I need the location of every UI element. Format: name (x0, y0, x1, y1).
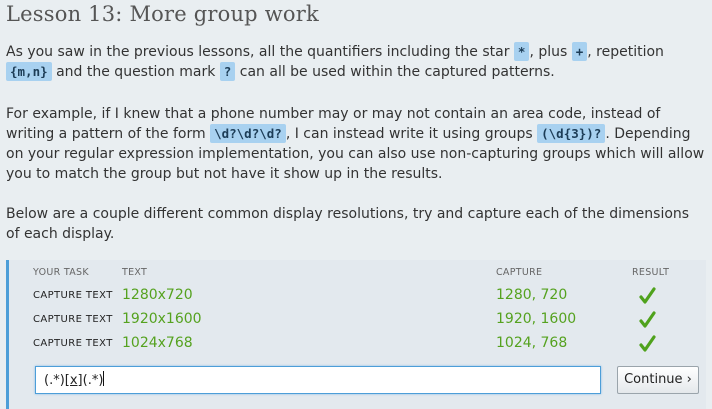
para-text: As you saw in the previous lessons, all … (6, 44, 514, 60)
task-label: CAPTURE TEXT (33, 338, 113, 349)
regex-input[interactable]: (.*)[x](.*) (35, 366, 601, 394)
regex-value: (.*) (82, 373, 104, 388)
task-capture: 1920, 1600 (496, 311, 577, 327)
checkmark-icon (639, 286, 657, 306)
code-question-mark: ? (219, 62, 236, 81)
lesson-title: Lesson 13: More group work (6, 2, 319, 26)
code-plus: + (571, 42, 588, 61)
task-capture: 1024, 768 (496, 335, 568, 351)
checkmark-icon (639, 334, 657, 354)
task-row: CAPTURE TEXT 1024x768 1024, 768 (9, 334, 706, 358)
task-capture: 1280, 720 (496, 287, 568, 303)
regex-value: [x] (64, 373, 83, 388)
continue-button[interactable]: Continue › (617, 366, 699, 394)
para-text: and the question mark (51, 64, 220, 80)
checkmark-icon (639, 310, 657, 330)
para-text: , repetition (587, 44, 664, 60)
example-paragraph: For example, if I knew that a phone numb… (6, 104, 706, 184)
code-repetition: {m,n} (6, 62, 52, 81)
text-caret (103, 371, 105, 386)
para-text: , I can instead write it using groups (285, 126, 538, 142)
task-row: CAPTURE TEXT 1280x720 1280, 720 (9, 286, 706, 310)
task-row: CAPTURE TEXT 1920x1600 1920, 1600 (9, 310, 706, 334)
header-capture: CAPTURE (496, 267, 543, 278)
intro-paragraph: As you saw in the previous lessons, all … (6, 42, 706, 82)
task-text: 1920x1600 (122, 311, 202, 327)
task-text: 1280x720 (122, 287, 193, 303)
para-text: , plus (529, 44, 572, 60)
code-group-pattern: (\d{3})? (537, 124, 606, 143)
code-star: * (513, 42, 530, 61)
header-text: TEXT (122, 267, 148, 278)
task-label: CAPTURE TEXT (33, 314, 113, 325)
code-digit-pattern: \d?\d?\d? (210, 124, 286, 143)
task-text: 1024x768 (122, 335, 193, 351)
task-label: CAPTURE TEXT (33, 290, 113, 301)
para-text: can all be used within the captured patt… (235, 64, 555, 80)
task-instructions: Below are a couple different common disp… (6, 206, 690, 242)
regex-value: (.*) (44, 373, 65, 388)
header-your-task: YOUR TASK (33, 267, 89, 278)
header-result: RESULT (632, 267, 670, 278)
exercise-panel: YOUR TASK TEXT CAPTURE RESULT CAPTURE TE… (6, 260, 706, 409)
